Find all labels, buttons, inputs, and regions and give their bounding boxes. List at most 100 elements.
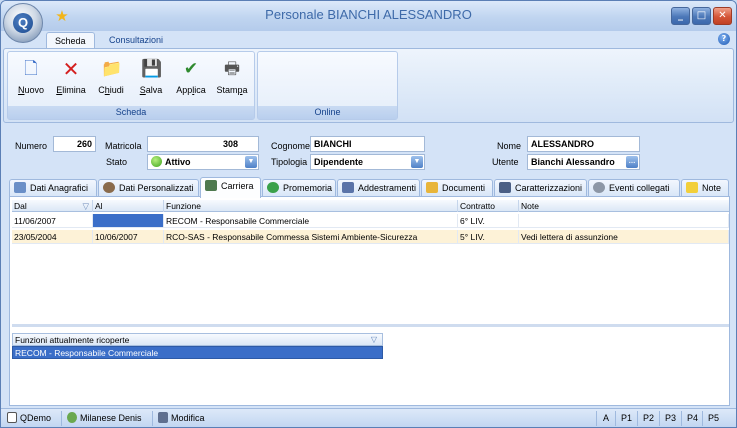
utente-field[interactable]: Bianchi Alessandro … [527,154,640,170]
matricola-label: Matricola [105,141,142,151]
key-indicator: P4 [687,413,699,423]
cognome-field[interactable]: BIANCHI [310,136,425,152]
salva-label: Salva [139,85,163,95]
user-status[interactable]: Milanese Denis [65,411,142,426]
numero-label: Numero [15,141,48,151]
filter-icon[interactable]: ▽ [369,334,379,346]
note-icon [686,182,698,193]
folder-icon [426,182,438,193]
tab-note[interactable]: Note [681,179,729,197]
applica-button[interactable]: ✔ Applica [172,56,210,102]
cell-al[interactable] [93,214,164,228]
abc-check-icon [342,182,354,193]
cell-note [519,214,729,228]
numero-field[interactable]: 260 [53,136,96,152]
tab-addestramenti[interactable]: Addestramenti [337,179,420,197]
database-icon [7,412,17,423]
tab-eventi-collegati[interactable]: Eventi collegati [588,179,680,197]
cell-funzione: RECOM - Responsabile Commerciale [164,214,458,228]
ribbon-tab-consultazioni[interactable]: Consultazioni [101,32,171,49]
ellipsis-icon[interactable]: … [626,156,638,168]
table-row[interactable]: 11/06/2007 RECOM - Responsabile Commerci… [12,214,729,228]
table-row[interactable]: 23/05/2004 10/06/2007 RCO-SAS - Responsa… [12,230,729,244]
cell-note: Vedi lettera di assunzione [519,230,729,244]
functions-header[interactable]: Funzioni attualmente ricoperte ▽ [12,333,383,346]
clock-icon [267,182,279,193]
status-separator [659,411,660,426]
group-online: Online [257,51,398,120]
column-funzione[interactable]: Funzione [164,200,458,212]
star-icon[interactable]: ★ [53,7,71,25]
mode-status[interactable]: Modifica [156,411,205,426]
cell-contratto: 5° LIV. [458,230,519,244]
printer-icon: 🖶 [223,59,241,79]
stato-select[interactable]: Attivo ▼ [147,154,259,170]
carriera-panel: Dal ▽ Al Funzione Contratto Note 11/06/20… [9,196,730,406]
utente-value: Bianchi Alessandro [531,157,615,167]
list-item[interactable]: RECOM - Responsabile Commerciale [12,346,383,359]
active-status-icon [151,156,162,167]
chiudi-button[interactable]: 📁 Chiudi [92,56,130,102]
edit-icon [158,412,168,423]
chevron-down-icon[interactable]: ▼ [245,156,257,168]
elimina-label: Elimina [56,85,86,95]
new-document-icon: 🗋 [24,59,38,79]
column-al[interactable]: Al [93,200,164,212]
status-separator [152,411,153,426]
ribbon-tabs: Scheda Consultazioni ? [1,31,736,49]
minimize-button[interactable]: _ [671,7,690,25]
status-bar: QDemo Milanese Denis Modifica A P1 P2 P3… [1,408,736,427]
status-separator [61,411,62,426]
grid-header: Dal ▽ Al Funzione Contratto Note [12,200,729,212]
panel-splitter[interactable] [12,324,729,327]
tab-caratterizzazioni[interactable]: Caratterizzazioni [494,179,587,197]
help-icon[interactable]: ? [718,33,730,45]
group-scheda: 🗋 Nuovo ✕ Elimina 📁 Chiudi 💾 Salva ✔ App… [7,51,255,120]
nome-label: Nome [497,141,522,151]
apply-icon: ✔ [183,59,199,79]
stampa-button[interactable]: 🖶 Stampa [213,56,251,102]
column-contratto[interactable]: Contratto [458,200,519,212]
nuovo-button[interactable]: 🗋 Nuovo [12,56,50,102]
column-note[interactable]: Note [519,200,729,212]
filter-icon[interactable]: ▽ [82,200,89,212]
tipologia-value: Dipendente [314,157,364,167]
tab-promemoria[interactable]: Promemoria [262,179,336,197]
stato-label: Stato [106,157,128,167]
tipologia-select[interactable]: Dipendente ▼ [310,154,425,170]
key-indicator: P3 [665,413,677,423]
id-card-icon [14,182,26,193]
database-status[interactable]: QDemo [5,411,51,426]
status-separator [615,411,616,426]
tab-documenti[interactable]: Documenti [421,179,493,197]
maximize-button[interactable]: □ [692,7,711,25]
salva-button[interactable]: 💾 Salva [132,56,170,102]
status-separator [637,411,638,426]
title-bar: Personale BIANCHI ALESSANDRO ★ _ □ ✕ [1,1,736,31]
nome-field[interactable]: ALESSANDRO [527,136,640,152]
column-dal[interactable]: Dal ▽ [12,200,93,212]
ribbon-tab-scheda[interactable]: Scheda [46,32,95,49]
close-button[interactable]: ✕ [713,7,732,25]
tab-dati-personalizzati[interactable]: Dati Personalizzati [98,179,199,197]
folder-close-icon: 📁 [101,59,123,79]
main-window: Personale BIANCHI ALESSANDRO ★ _ □ ✕ Q S… [0,0,737,428]
tab-carriera[interactable]: Carriera [200,177,261,198]
detail-tabs: Dati Anagrafici Dati Personalizzati Carr… [9,177,729,198]
utente-label: Utente [492,157,519,167]
window-title: Personale BIANCHI ALESSANDRO [265,7,472,22]
key-indicator: P2 [643,413,655,423]
status-separator [596,411,597,426]
app-menu-button[interactable]: Q [3,3,43,43]
nuovo-label: Nuovo [17,85,45,95]
chiudi-label: Chiudi [98,85,124,95]
tab-dati-anagrafici[interactable]: Dati Anagrafici [9,179,97,197]
cell-dal: 23/05/2004 [12,230,93,244]
elimina-button[interactable]: ✕ Elimina [52,56,90,102]
list-icon [499,182,511,193]
matricola-field[interactable]: 308 [147,136,259,152]
status-separator [681,411,682,426]
chevron-down-icon[interactable]: ▼ [411,156,423,168]
cell-funzione: RCO-SAS - Responsabile Commessa Sistemi … [164,230,458,244]
cognome-label: Cognome [271,141,311,151]
